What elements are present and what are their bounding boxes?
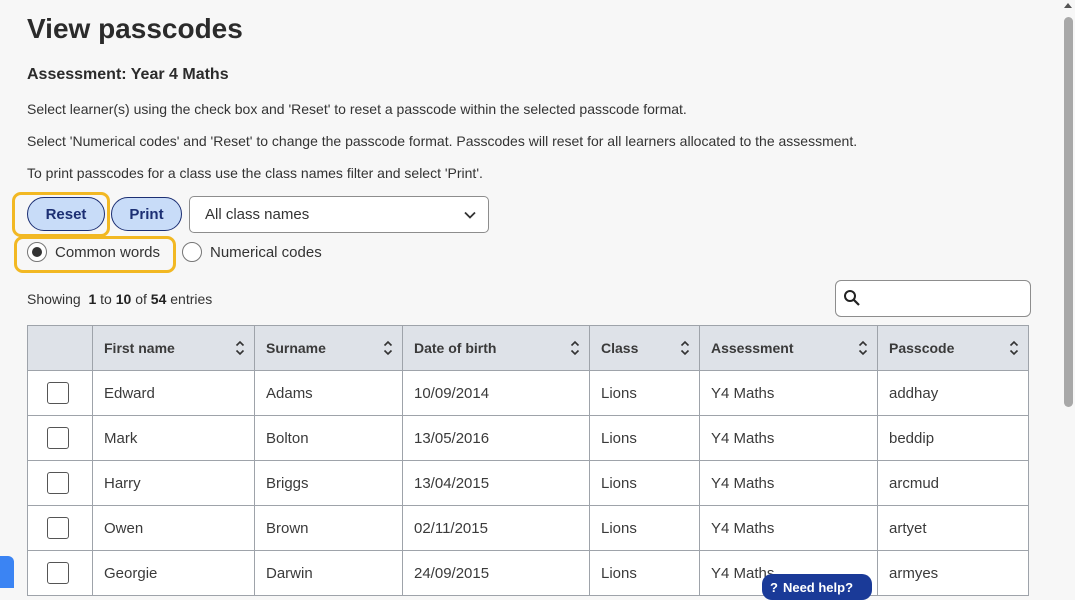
search-icon [844,290,860,306]
table-row: Mark Bolton 13/05/2016 Lions Y4 Maths be… [27,415,1029,461]
header-label: Assessment [711,340,794,356]
scroll-up-arrow[interactable] [1064,3,1072,8]
header-label: Passcode [889,340,955,356]
entries-to: 10 [115,291,132,307]
common-words-radio[interactable]: Common words [27,242,160,262]
numerical-codes-label: Numerical codes [210,243,322,261]
cell-first-name: Owen [92,505,255,551]
cell-class: Lions [589,370,700,416]
cell-surname: Briggs [254,460,403,506]
header-label: Class [601,340,639,356]
radio-unchecked-icon [182,242,202,262]
scrollbar-thumb[interactable] [1064,17,1073,407]
cell-surname: Bolton [254,415,403,461]
table-row: Owen Brown 02/11/2015 Lions Y4 Maths art… [27,505,1029,551]
cell-date-of-birth: 13/04/2015 [402,460,590,506]
row-select-cell [27,460,93,506]
entries-of-word: of [135,291,147,307]
entries-prefix: Showing [27,291,81,307]
header-surname[interactable]: Surname [254,325,403,371]
table-row: Edward Adams 10/09/2014 Lions Y4 Maths a… [27,370,1029,416]
entries-total: 54 [150,291,167,307]
row-select-cell [27,550,93,596]
cell-assessment: Y4 Maths [699,460,878,506]
cell-first-name: Harry [92,460,255,506]
cell-date-of-birth: 02/11/2015 [402,505,590,551]
table-row: Harry Briggs 13/04/2015 Lions Y4 Maths a… [27,460,1029,506]
row-checkbox[interactable] [47,427,69,449]
instruction-3: To print passcodes for a class use the c… [27,165,483,181]
page-title: View passcodes [27,13,243,44]
side-tab[interactable] [0,556,14,588]
print-button[interactable]: Print [111,197,182,231]
cell-first-name: Edward [92,370,255,416]
header-label: Surname [266,340,326,356]
cell-passcode: arcmud [877,460,1029,506]
cell-surname: Brown [254,505,403,551]
radio-checked-icon [27,242,47,262]
cell-assessment: Y4 Maths [699,505,878,551]
sort-icon [235,340,245,356]
common-words-label: Common words [55,243,161,261]
cell-assessment: Y4 Maths [699,370,878,416]
row-select-cell [27,505,93,551]
header-date-of-birth[interactable]: Date of birth [402,325,590,371]
cell-passcode: beddip [877,415,1029,461]
row-select-cell [27,370,93,416]
cell-passcode: artyet [877,505,1029,551]
table-header-row: First name Surname Date of birth Class A… [27,325,1029,371]
instruction-1: Select learner(s) using the check box an… [27,101,687,117]
numerical-codes-radio[interactable]: Numerical codes [182,242,322,262]
cell-class: Lions [589,550,700,596]
entries-suffix: entries [170,291,213,307]
header-assessment[interactable]: Assessment [699,325,878,371]
help-circle-icon: ? [770,579,778,595]
row-checkbox[interactable] [47,562,69,584]
cell-surname: Adams [254,370,403,416]
class-names-select[interactable]: All class names [189,196,489,233]
select-column-header [27,325,93,371]
help-label: Need help? [782,579,854,595]
cell-date-of-birth: 24/09/2015 [402,550,590,596]
sort-icon [1009,340,1019,356]
sort-icon [570,340,580,356]
sort-icon [383,340,393,356]
cell-class: Lions [589,415,700,461]
row-checkbox[interactable] [47,517,69,539]
header-class[interactable]: Class [589,325,700,371]
entries-to-word: to [100,291,112,307]
header-label: First name [104,340,175,356]
cell-first-name: Mark [92,415,255,461]
chevron-down-icon [464,211,476,219]
sort-icon [680,340,690,356]
row-select-cell [27,415,93,461]
cell-surname: Darwin [254,550,403,596]
sort-icon [858,340,868,356]
cell-passcode: addhay [877,370,1029,416]
cell-date-of-birth: 13/05/2016 [402,415,590,461]
page: View passcodes Assessment: Year 4 Maths … [12,0,1037,596]
assessment-name: Assessment: Year 4 Maths [27,66,229,83]
row-checkbox[interactable] [47,472,69,494]
cell-assessment: Y4 Maths [699,415,878,461]
cell-class: Lions [589,505,700,551]
cell-first-name: Georgie [92,550,255,596]
cell-passcode: armyes [877,550,1029,596]
learners-table: First name Surname Date of birth Class A… [27,325,1029,596]
instruction-2: Select 'Numerical codes' and 'Reset' to … [27,133,858,149]
search-input[interactable] [835,280,1031,317]
reset-button[interactable]: Reset [27,197,105,231]
header-first-name[interactable]: First name [92,325,255,371]
cell-date-of-birth: 10/09/2014 [402,370,590,416]
table-row: Georgie Darwin 24/09/2015 Lions Y4 Maths… [27,550,1029,596]
row-checkbox[interactable] [47,382,69,404]
entries-from: 1 [88,291,97,307]
cell-class: Lions [589,460,700,506]
help-button[interactable]: ? Need help? [762,574,872,600]
class-names-select-value: All class names [205,206,310,223]
header-passcode[interactable]: Passcode [877,325,1029,371]
entries-info: Showing 1 to 10 of 54 entries [27,291,212,307]
header-label: Date of birth [414,340,497,356]
